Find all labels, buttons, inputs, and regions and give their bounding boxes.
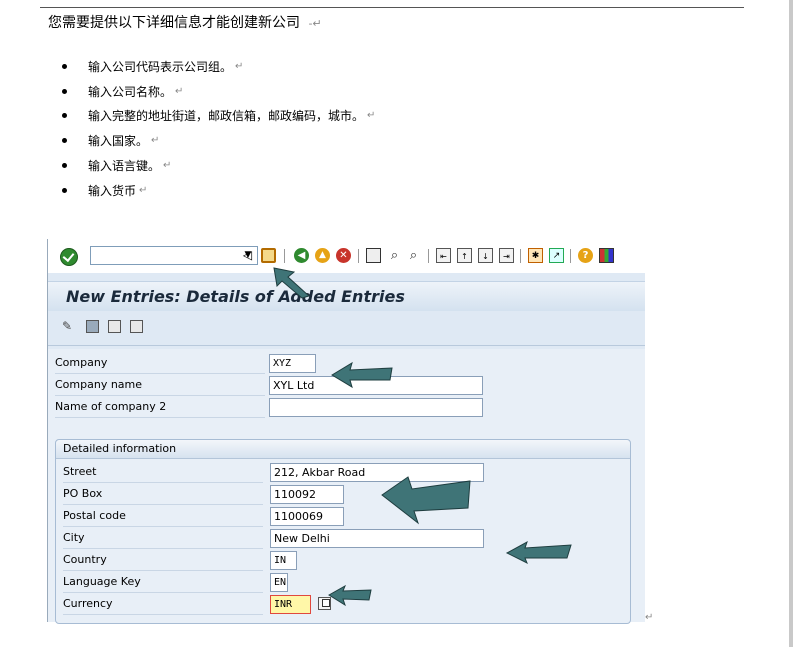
page-title: New Entries: Details of Added Entries [66,287,405,306]
title-bar: New Entries: Details of Added Entries [48,281,645,312]
entry-form: Company XYZ Company name XYL Ltd Name of… [48,349,645,624]
arrow-icon [331,361,393,389]
help-icon[interactable]: ? [578,248,593,263]
list-item: 输入货币 ↵ [62,178,375,203]
toolbar-separator [520,249,521,263]
language-key-label: Language Key [63,572,263,593]
list-item: 输入公司名称。 ↵ [62,79,375,104]
country-label: Country [63,550,263,571]
bullet-icon [62,88,67,94]
po-box-label: PO Box [63,484,263,505]
prev-entry-icon[interactable] [108,320,121,333]
company-name-label: Company name [55,375,265,396]
po-box-row: PO Box 110092 [56,484,630,505]
name2-row: Name of company 2 [48,397,645,418]
page-edge [789,0,793,647]
application-toolbar: ✎ [48,311,645,346]
street-label: Street [63,462,263,483]
list-item-text: 输入公司名称。 [88,84,173,99]
name2-label: Name of company 2 [55,397,265,418]
exit-icon[interactable]: ▲ [315,248,330,263]
company-field[interactable]: XYZ [269,354,316,373]
command-field[interactable]: ▼ [90,246,258,265]
toolbar-separator [428,249,429,263]
currency-label: Currency [63,594,263,615]
save-entries-icon[interactable] [86,320,99,333]
list-item: 输入国家。 ↵ [62,128,375,153]
list-item-text: 输入国家。 [88,134,149,149]
system-toolbar: ▼ ◁ ◀ ▲ ✕ ⌕ ⌕ ⇤ ↑ ↓ ⇥ ✱ ↗ ? [48,239,645,273]
group-title-text: Detailed information [63,442,177,455]
arrow-icon [273,267,311,299]
paragraph-mark: ↵ [367,110,376,122]
paragraph-mark: ↵ [645,612,654,623]
paragraph-mark: ↵ [163,160,172,172]
list-item-text: 输入公司代码表示公司组。 [88,59,233,74]
city-field[interactable]: New Delhi [270,529,484,548]
toolbar-separator [358,249,359,263]
prev-page-icon[interactable]: ↑ [457,248,472,263]
cancel-icon[interactable]: ✕ [336,248,351,263]
arrow-icon [505,540,572,565]
list-item-text: 输入语言键。 [88,159,161,174]
check-icon[interactable] [60,248,78,266]
toolbar-separator [284,249,285,263]
paragraph-mark: ↵ [175,85,184,97]
language-key-field[interactable]: EN [270,573,288,592]
list-item-text: 输入货币 [88,183,137,198]
street-row: Street 212, Akbar Road [56,462,630,483]
bullet-icon [62,187,67,193]
postal-code-label: Postal code [63,506,263,527]
bullet-icon [62,113,67,119]
currency-field[interactable]: INR [270,595,311,614]
list-item-text: 输入完整的地址街道，邮政信箱，邮政编码，城市。 [88,109,365,124]
arrow-icon [328,584,372,607]
find-icon[interactable]: ⌕ [387,248,402,263]
first-page-icon[interactable]: ⇤ [436,248,451,263]
name2-field[interactable] [269,398,483,417]
next-page-icon[interactable]: ↓ [478,248,493,263]
page-top-rule [40,7,744,8]
group-title: Detailed information [56,440,630,459]
bullet-icon [62,63,67,69]
new-session-icon[interactable]: ✱ [528,248,543,263]
next-entry-icon[interactable] [130,320,143,333]
list-item: 输入完整的地址街道，邮政信箱，邮政编码，城市。 ↵ [62,104,375,129]
find-next-icon[interactable]: ⌕ [406,248,421,263]
intro-text: 您需要提供以下详细信息才能创建新公司 -↵ [48,12,322,32]
intro-label: 您需要提供以下详细信息才能创建新公司 [48,15,300,31]
requirements-list: 输入公司代码表示公司组。 ↵ 输入公司名称。 ↵ 输入完整的地址街道，邮政信箱，邮政… [62,54,375,203]
postal-code-field[interactable]: 1100069 [270,507,344,526]
country-field[interactable]: IN [270,551,297,570]
save-icon[interactable] [261,248,276,263]
po-box-field[interactable]: 110092 [270,485,344,504]
arrow-icon [381,476,471,525]
company-label: Company [55,353,265,374]
nav-back-icon[interactable]: ◀ [294,248,309,263]
toolbar-separator [570,249,571,263]
bullet-icon [62,138,67,144]
shortcut-icon[interactable]: ↗ [549,248,564,263]
paragraph-mark: ↵ [235,60,244,72]
paragraph-mark: -↵ [308,17,322,30]
layout-icon[interactable] [599,248,614,263]
list-item: 输入公司代码表示公司组。 ↵ [62,54,375,79]
postal-code-row: Postal code 1100069 [56,506,630,527]
last-page-icon[interactable]: ⇥ [499,248,514,263]
change-icon[interactable]: ✎ [62,320,75,333]
list-item: 输入语言键。 ↵ [62,153,375,178]
print-icon[interactable] [366,248,381,263]
bullet-icon [62,163,67,169]
paragraph-mark: ↵ [151,135,160,147]
city-label: City [63,528,263,549]
paragraph-mark: ↵ [139,184,148,196]
back-icon[interactable]: ◁ [240,248,255,263]
